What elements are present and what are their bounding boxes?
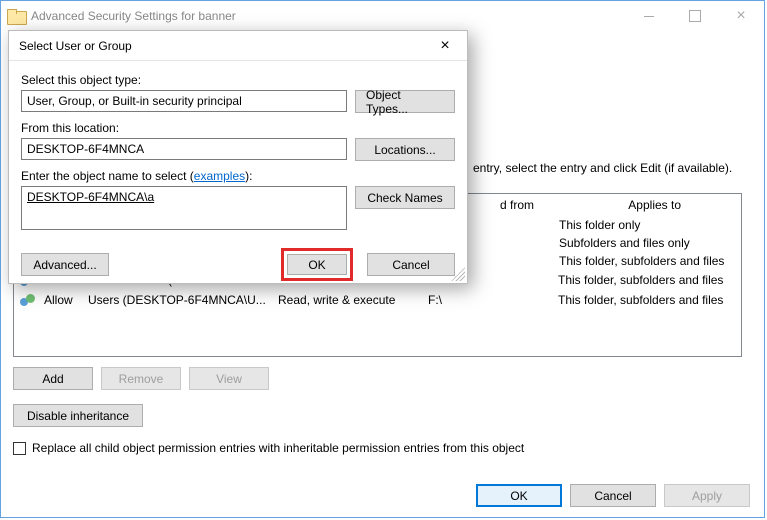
col-inherited-from: d from <box>500 198 600 212</box>
cell-access: Read, write & execute <box>278 293 428 307</box>
object-name-value: DESKTOP-6F4MNCA\a <box>27 190 154 204</box>
modal-title: Select User or Group <box>19 39 132 53</box>
applies-cell: This folder, subfolders and files <box>559 252 741 270</box>
permission-hint: entry, select the entry and click Edit (… <box>473 161 752 175</box>
cell-applies: This folder, subfolders and files <box>558 293 735 307</box>
resize-grip-icon[interactable] <box>451 267 465 281</box>
replace-row: Replace all child object permission entr… <box>13 441 752 455</box>
enter-suffix: ): <box>245 169 252 183</box>
select-user-dialog: Select User or Group × Select this objec… <box>8 30 468 284</box>
apply-button: Apply <box>664 484 750 507</box>
replace-label: Replace all child object permission entr… <box>32 441 524 455</box>
ok-button[interactable]: OK <box>476 484 562 507</box>
cell-type: Allow <box>44 293 88 307</box>
table-row[interactable]: Allow Users (DESKTOP-6F4MNCA\U... Read, … <box>14 290 741 310</box>
object-name-input[interactable]: DESKTOP-6F4MNCA\a <box>21 186 347 230</box>
cell-principal: Users (DESKTOP-6F4MNCA\U... <box>88 293 278 307</box>
permission-buttons: Add Remove View <box>13 367 752 390</box>
outer-titlebar: Advanced Security Settings for banner × <box>1 1 764 31</box>
applies-cell: This folder only <box>559 216 741 234</box>
location-input[interactable]: DESKTOP-6F4MNCA <box>21 138 347 160</box>
modal-titlebar: Select User or Group × <box>9 31 467 61</box>
enter-prefix: Enter the object name to select ( <box>21 169 194 183</box>
applies-cell: Subfolders and files only <box>559 234 741 252</box>
users-icon <box>20 292 38 308</box>
object-type-label: Select this object type: <box>21 73 455 87</box>
modal-ok-button[interactable]: OK <box>287 254 347 275</box>
disable-inheritance-button[interactable]: Disable inheritance <box>13 404 143 427</box>
locations-button[interactable]: Locations... <box>355 138 455 161</box>
view-button: View <box>189 367 269 390</box>
object-type-input[interactable]: User, Group, or Built-in security princi… <box>21 90 347 112</box>
window-controls: × <box>626 1 764 31</box>
outer-window-title: Advanced Security Settings for banner <box>31 9 236 23</box>
close-button[interactable]: × <box>718 1 764 31</box>
maximize-button[interactable] <box>672 1 718 31</box>
advanced-button[interactable]: Advanced... <box>21 253 109 276</box>
ok-highlight: OK <box>281 248 353 281</box>
location-label: From this location: <box>21 121 455 135</box>
disable-inheritance-row: Disable inheritance <box>13 404 752 427</box>
replace-checkbox[interactable] <box>13 442 26 455</box>
cell-applies: This folder, subfolders and files <box>558 273 735 287</box>
modal-cancel-button[interactable]: Cancel <box>367 253 455 276</box>
modal-close-button[interactable]: × <box>423 31 467 61</box>
examples-link[interactable]: examples <box>194 169 245 183</box>
outer-bottom-bar: OK Cancel Apply <box>476 484 750 507</box>
minimize-button[interactable] <box>626 1 672 31</box>
object-types-button[interactable]: Object Types... <box>355 90 455 113</box>
cancel-button[interactable]: Cancel <box>570 484 656 507</box>
folder-icon <box>7 9 25 23</box>
check-names-button[interactable]: Check Names <box>355 186 455 209</box>
remove-button: Remove <box>101 367 181 390</box>
cell-from: F:\ <box>428 293 558 307</box>
enter-name-label: Enter the object name to select (example… <box>21 169 455 183</box>
add-button[interactable]: Add <box>13 367 93 390</box>
col-applies-to: Applies to <box>628 198 681 212</box>
